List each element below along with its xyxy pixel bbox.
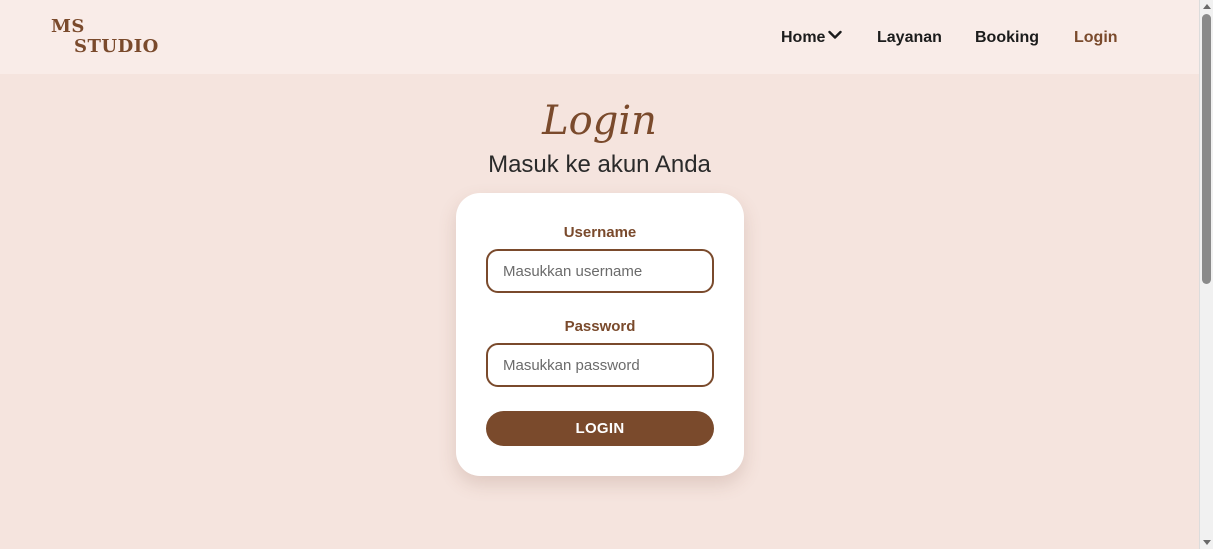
scroll-up-arrow-icon[interactable] xyxy=(1203,4,1211,9)
scrollbar-thumb[interactable] xyxy=(1202,14,1211,284)
nav-item-booking[interactable]: Booking xyxy=(975,28,1039,48)
chevron-down-icon xyxy=(828,26,843,46)
navbar: MS STUDIO Home Layanan Booking Login xyxy=(0,0,1199,74)
login-button[interactable]: LOGIN xyxy=(486,411,714,446)
vertical-scrollbar[interactable] xyxy=(1199,0,1213,549)
page: MS STUDIO Home Layanan Booking Login Log… xyxy=(0,0,1199,549)
password-label: Password xyxy=(564,318,636,335)
main-nav: Home Layanan Booking Login xyxy=(0,28,1199,48)
nav-item-home[interactable]: Home xyxy=(781,26,843,48)
scroll-down-arrow-icon[interactable] xyxy=(1203,540,1211,545)
password-input[interactable] xyxy=(486,343,714,387)
username-input[interactable] xyxy=(486,249,714,293)
page-title: Login xyxy=(542,98,657,144)
username-label: Username xyxy=(563,224,637,241)
nav-item-login[interactable]: Login xyxy=(1074,28,1118,48)
page-subtitle: Masuk ke akun Anda xyxy=(488,151,711,178)
nav-item-layanan[interactable]: Layanan xyxy=(877,28,942,48)
nav-item-home-label: Home xyxy=(781,29,826,46)
login-card: Username Password LOGIN xyxy=(456,193,744,476)
